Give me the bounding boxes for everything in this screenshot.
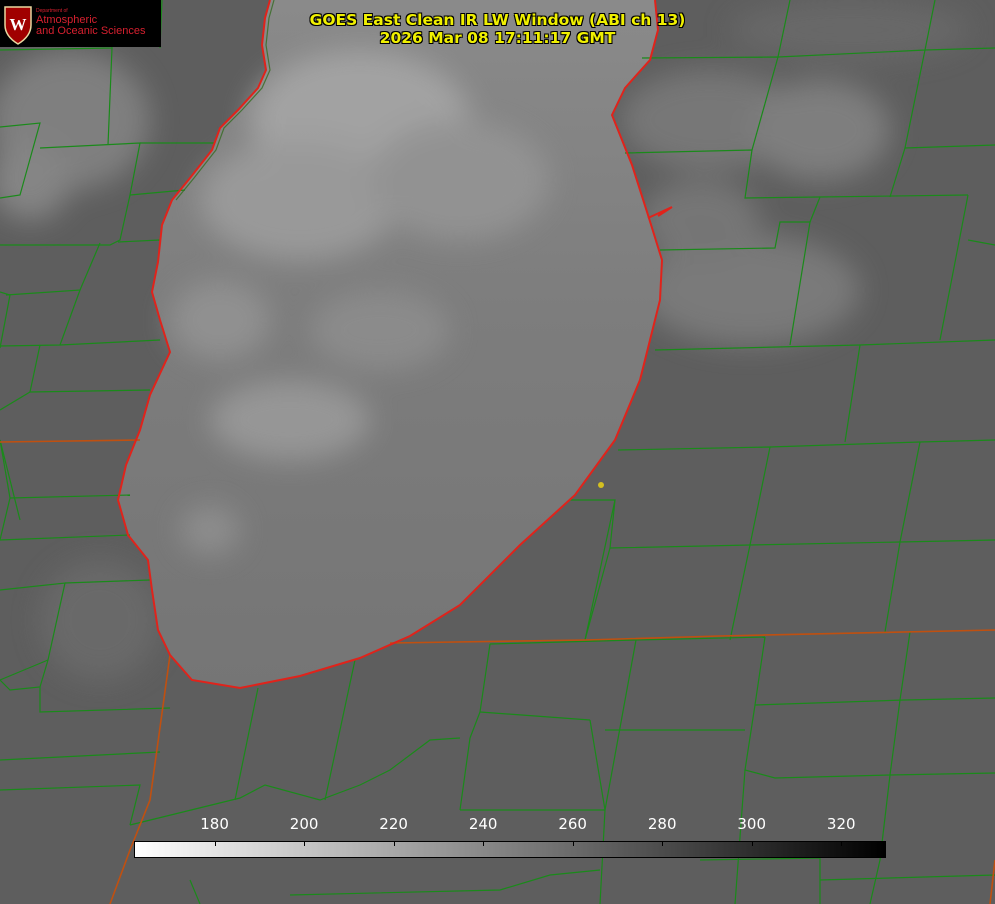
colorbar-tick-label: 220 [379, 815, 408, 833]
satellite-map[interactable] [0, 0, 995, 904]
colorbar-tick-mark [304, 841, 306, 846]
colorbar-tick-mark [841, 841, 843, 846]
colorbar-tick-label: 180 [200, 815, 229, 833]
colorbar [134, 841, 886, 858]
colorbar-tick-label: 300 [737, 815, 767, 833]
colorbar-tick-label: 320 [826, 815, 856, 833]
colorbar-tick-mark [662, 841, 664, 846]
location-marker[interactable] [598, 482, 604, 488]
colorbar-tick-label: 240 [468, 815, 498, 833]
colorbar-tick-label: 260 [558, 815, 587, 833]
colorbar-tick-mark [214, 841, 216, 846]
colorbar-tick-label: 200 [289, 815, 319, 833]
title-timestamp: 2026 Mar 08 17:11:17 GMT [379, 29, 616, 47]
colorbar-tick-mark [572, 841, 574, 846]
colorbar-tick-mark [751, 841, 753, 846]
colorbar-tick-label: 280 [647, 815, 677, 833]
colorbar-tick-mark [483, 841, 485, 846]
title-product: GOES East Clean IR LW Window (ABI ch 13) [309, 11, 686, 29]
image-title: GOES East Clean IR LW Window (ABI ch 13)… [0, 11, 995, 47]
colorbar-tick-mark [393, 841, 395, 846]
